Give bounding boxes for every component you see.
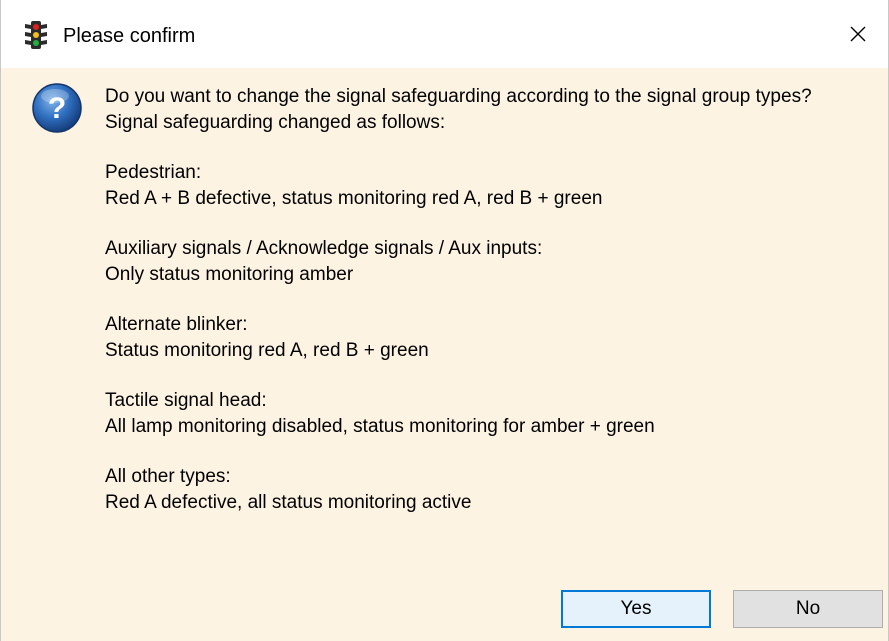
close-icon [850,26,866,42]
title-bar[interactable]: Please confirm [1,0,888,68]
group-detail: Red A + B defective, status monitoring r… [105,188,603,209]
group-heading: Auxiliary signals / Acknowledge signals … [105,238,543,259]
group-heading: Pedestrian: [105,162,202,183]
message-body: Do you want to change the signal safegua… [105,84,885,516]
close-button[interactable] [828,0,888,68]
group-detail: Status monitoring red A, red B + green [105,340,429,361]
question-icon: ? [32,83,82,133]
group-heading: Tactile signal head: [105,390,267,411]
svg-text:?: ? [48,92,66,125]
question-text: Do you want to change the signal safegua… [105,86,812,107]
traffic-light-icon [25,21,47,49]
window-title: Please confirm [63,25,196,47]
intro-text: Signal safeguarding changed as follows: [105,112,446,133]
confirm-dialog: Please confirm ? Do you want to change t… [0,0,889,641]
group-detail: Red A defective, all status monitoring a… [105,492,472,513]
group-detail: All lamp monitoring disabled, status mon… [105,416,655,437]
group-heading: Alternate blinker: [105,314,248,335]
yes-button[interactable]: Yes [561,590,711,628]
no-button[interactable]: No [733,590,883,628]
group-heading: All other types: [105,466,231,487]
group-detail: Only status monitoring amber [105,264,354,285]
